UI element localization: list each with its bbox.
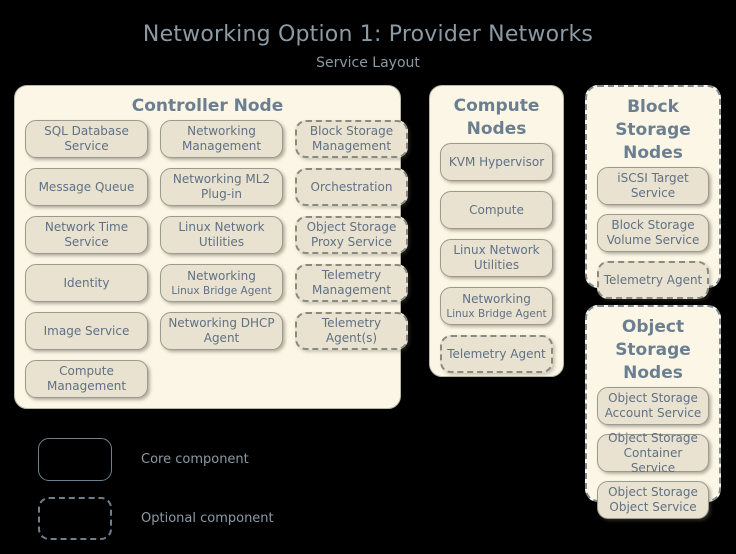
component-box[interactable]: KVM Hypervisor	[440, 143, 553, 181]
object-storage-nodes-title: Object Storage Nodes	[615, 317, 691, 383]
component-box[interactable]: Object Storage Object Service	[597, 481, 709, 519]
controller-component-grid: SQL Database Service Networking Managemen…	[15, 120, 408, 398]
component-label: Orchestration	[310, 179, 393, 194]
component-label: Networking	[462, 291, 531, 306]
component-box[interactable]: Networking DHCP Agent	[160, 312, 283, 350]
compute-component-list: KVM Hypervisor Compute Linux Network Utili…	[430, 143, 563, 373]
component-box[interactable]: Compute Management	[25, 360, 148, 398]
component-box[interactable]: Block Storage Volume Service	[597, 214, 709, 252]
controller-node-panel: Controller Node SQL Database Service Netw…	[14, 85, 408, 409]
component-label: Object Storage Container Service	[608, 430, 698, 475]
component-box[interactable]: Image Service	[25, 312, 148, 350]
legend-core-label: Core component	[141, 452, 249, 467]
block-storage-nodes-title: Block Storage Nodes	[615, 97, 691, 163]
component-label: Object Storage Object Service	[608, 485, 698, 514]
component-box[interactable]: iSCSI Target Service	[597, 167, 709, 205]
component-label: Image Service	[43, 323, 130, 338]
component-box[interactable]: Linux Network Utilities	[440, 239, 553, 277]
controller-node-title: Controller Node	[131, 96, 284, 116]
component-box[interactable]: Orchestration	[295, 168, 408, 206]
component-box[interactable]: Network Time Service	[25, 216, 148, 254]
component-box[interactable]: Compute	[440, 191, 553, 229]
component-box[interactable]: Identity	[25, 264, 148, 302]
component-label: Networking DHCP Agent	[168, 316, 275, 345]
component-label: SQL Database Service	[44, 124, 129, 153]
component-label: Networking ML2 Plug-in	[172, 172, 271, 201]
page-title: Networking Option 1: Provider Networks	[142, 22, 594, 47]
component-label: Block Storage Volume Service	[606, 218, 700, 247]
component-label: Telemetry Agent(s)	[321, 316, 382, 345]
component-box[interactable]: Telemetry Management	[295, 264, 408, 302]
component-label: Telemetry Agent	[603, 272, 703, 287]
legend-core-swatch	[38, 438, 112, 481]
component-label: Telemetry Agent	[447, 346, 546, 361]
component-label: KVM Hypervisor	[448, 154, 545, 169]
compute-nodes-title: Compute Nodes	[453, 96, 540, 139]
component-label: Block Storage Management	[309, 124, 394, 153]
component-label: Network Time Service	[44, 220, 129, 249]
legend-optional-swatch	[38, 497, 112, 540]
legend-optional-label: Optional component	[141, 511, 274, 526]
block-storage-nodes-panel: Block Storage Nodes iSCSI Target Service…	[585, 85, 721, 299]
component-sublabel: Linux Bridge Agent	[171, 284, 272, 297]
component-label: Identity	[63, 275, 110, 290]
component-label: Networking	[187, 268, 256, 283]
legend-core-row: Core component	[38, 438, 249, 481]
object-storage-nodes-panel: Object Storage Nodes Object Storage Acco…	[585, 305, 721, 519]
component-label: Message Queue	[38, 179, 135, 194]
component-box[interactable]: Object Storage Proxy Service	[295, 216, 408, 254]
object-storage-component-list: Object Storage Account Service Object Sto…	[587, 387, 719, 519]
component-label: Compute Management	[46, 364, 127, 393]
component-box[interactable]: Object Storage Container Service	[597, 431, 709, 475]
component-box[interactable]: Message Queue	[25, 168, 148, 206]
component-label: Telemetry Management	[311, 268, 392, 297]
component-label: Linux Network Utilities	[178, 220, 265, 249]
component-box[interactable]: Telemetry Agent(s)	[295, 312, 408, 350]
component-box[interactable]: Linux Network Utilities	[160, 216, 283, 254]
component-box[interactable]: Telemetry Agent	[597, 261, 709, 299]
block-storage-component-list: iSCSI Target Service Block Storage Volume…	[587, 167, 719, 299]
page-subtitle: Service Layout	[316, 55, 420, 71]
component-box[interactable]: Block Storage Management	[295, 120, 408, 158]
component-box[interactable]: Object Storage Account Service	[597, 387, 709, 425]
compute-nodes-panel: Compute Nodes KVM Hypervisor Compute Linux…	[429, 85, 564, 377]
component-box[interactable]: Networking ML2 Plug-in	[160, 168, 283, 206]
component-box[interactable]: SQL Database Service	[25, 120, 148, 158]
component-box[interactable]: Networking Linux Bridge Agent	[440, 287, 553, 325]
component-box[interactable]: Networking Management	[160, 120, 283, 158]
component-label: Networking Management	[181, 124, 262, 153]
component-box[interactable]: Networking Linux Bridge Agent	[160, 264, 283, 302]
component-label: Linux Network Utilities	[453, 243, 540, 272]
component-sublabel: Linux Bridge Agent	[446, 307, 547, 320]
component-box[interactable]: Telemetry Agent	[440, 335, 553, 373]
component-label: Object Storage Proxy Service	[306, 220, 397, 249]
component-label: iSCSI Target Service	[617, 171, 689, 200]
component-label: Object Storage Account Service	[604, 391, 702, 420]
legend-optional-row: Optional component	[38, 497, 274, 540]
component-label: Compute	[469, 202, 524, 217]
